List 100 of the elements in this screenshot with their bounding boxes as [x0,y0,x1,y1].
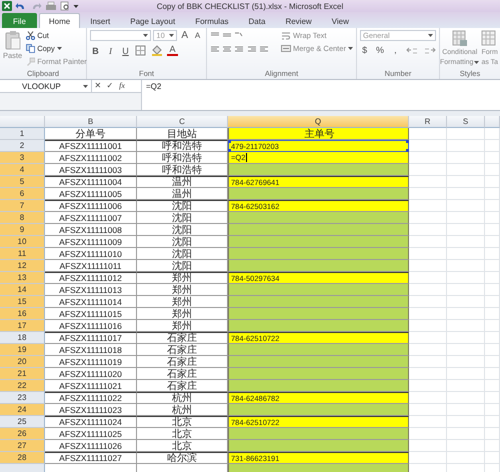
empty-cell [447,164,485,176]
decrease-decimal-icon[interactable] [424,46,436,54]
row-header[interactable]: 4 [0,164,45,176]
font-name-field[interactable] [90,30,152,41]
empty-cell [447,140,485,152]
empty-cell [447,260,485,272]
row-header[interactable]: 26 [0,428,45,440]
row-header[interactable]: 22 [0,380,45,392]
ribbon-tab[interactable]: Page Layout [120,13,186,28]
empty-cell [447,392,485,404]
merge-cells-icon[interactable] [281,44,291,53]
row-header[interactable]: 3 [0,152,45,164]
row-header[interactable]: 15 [0,296,45,308]
table-cell: AFSZX11111014 [45,296,137,308]
row-header[interactable]: 5 [0,176,45,188]
row-header[interactable]: 20 [0,356,45,368]
row-header[interactable]: 12 [0,260,45,272]
borders-icon[interactable] [135,45,147,56]
excel-logo-icon[interactable] [2,1,12,11]
table-cell: AFSZX11111012 [45,272,137,284]
ribbon-tab[interactable]: Data [238,13,276,28]
row-header[interactable]: 18 [0,332,45,344]
formula-field[interactable]: =Q2 [142,80,500,110]
table-cell: AFSZX11111001 [45,140,137,152]
file-tab[interactable]: File [2,13,37,28]
row-header[interactable]: 10 [0,236,45,248]
row-header[interactable]: 19 [0,344,45,356]
table-cell: AFSZX11111022 [45,392,137,404]
empty-cell [447,404,485,416]
bold-button[interactable]: B [90,46,101,56]
insert-function-button[interactable]: fx [116,80,128,92]
column-header[interactable]: Q [228,116,409,128]
column-header[interactable]: C [137,116,228,128]
empty-cell [485,368,500,380]
column-header[interactable] [485,116,500,128]
empty-cell [447,272,485,284]
table-cell: AFSZX11111006 [45,200,137,212]
font-color-button[interactable]: A [167,45,178,56]
ribbon-tab[interactable]: Review [275,13,322,28]
row-header[interactable]: 8 [0,212,45,224]
empty-cell [447,188,485,200]
empty-cell [447,416,485,428]
undo-icon[interactable] [15,1,27,11]
empty-cell [485,428,500,440]
empty-cell [485,320,500,332]
row-header[interactable]: 21 [0,368,45,380]
row-header[interactable]: 9 [0,224,45,236]
row-header[interactable]: 7 [0,200,45,212]
row-header[interactable]: 13 [0,272,45,284]
indent-icon[interactable] [247,45,269,54]
ribbon-tab[interactable]: Formulas [185,13,239,28]
empty-cell [447,368,485,380]
table-cell: 杭州 [137,392,228,404]
empty-cell [447,296,485,308]
row-header[interactable]: 17 [0,320,45,332]
row-header[interactable]: 27 [0,440,45,452]
row-header[interactable]: 16 [0,308,45,320]
empty-cell [485,332,500,344]
cancel-button[interactable]: ✕ [92,80,104,92]
format-table-icon[interactable] [481,30,498,47]
underline-button[interactable]: U [120,46,131,56]
empty-cell [485,284,500,296]
scissors-icon[interactable] [26,31,36,40]
row-header[interactable]: 14 [0,284,45,296]
empty-cell [485,188,500,200]
row-header[interactable]: 24 [0,404,45,416]
shrink-font-button[interactable]: A [192,31,204,40]
fill-bucket-icon[interactable] [151,45,163,56]
row-header[interactable]: 25 [0,416,45,428]
number-format-button[interactable]: $ [360,45,370,55]
ribbon-tab[interactable]: View [322,13,359,28]
row-header[interactable]: 23 [0,392,45,404]
row-header[interactable]: 2 [0,140,45,152]
empty-cell [485,392,500,404]
ribbon-tab[interactable]: Insert [80,13,120,28]
select-all-corner[interactable] [0,116,45,128]
copy-icon[interactable] [26,44,36,53]
enter-button[interactable]: ✓ [104,80,116,92]
column-header[interactable]: B [45,116,137,128]
ribbon-tab[interactable]: Home [38,13,80,28]
number-format-button[interactable]: , [390,45,400,55]
row-header[interactable]: 6 [0,188,45,200]
row-header[interactable]: 1 [0,128,45,140]
wrap-text-icon[interactable] [281,31,291,40]
conditional-formatting-icon[interactable] [452,30,468,47]
column-header[interactable]: S [447,116,485,128]
print-preview-icon[interactable] [60,1,70,11]
column-header[interactable]: R [409,116,447,128]
italic-button[interactable]: I [105,46,116,56]
number-format-button[interactable]: % [375,45,385,55]
row-header[interactable]: 28 [0,452,45,464]
table-cell: 石家庄 [137,332,228,344]
increase-decimal-icon[interactable] [406,46,418,54]
row-header[interactable]: 11 [0,248,45,260]
empty-cell [485,140,500,152]
text-align-icon[interactable] [210,45,244,54]
name-box[interactable]: VLOOKUP [0,80,92,92]
empty-cell [485,236,500,248]
empty-cell [447,176,485,188]
grow-font-button[interactable]: A [179,30,190,41]
